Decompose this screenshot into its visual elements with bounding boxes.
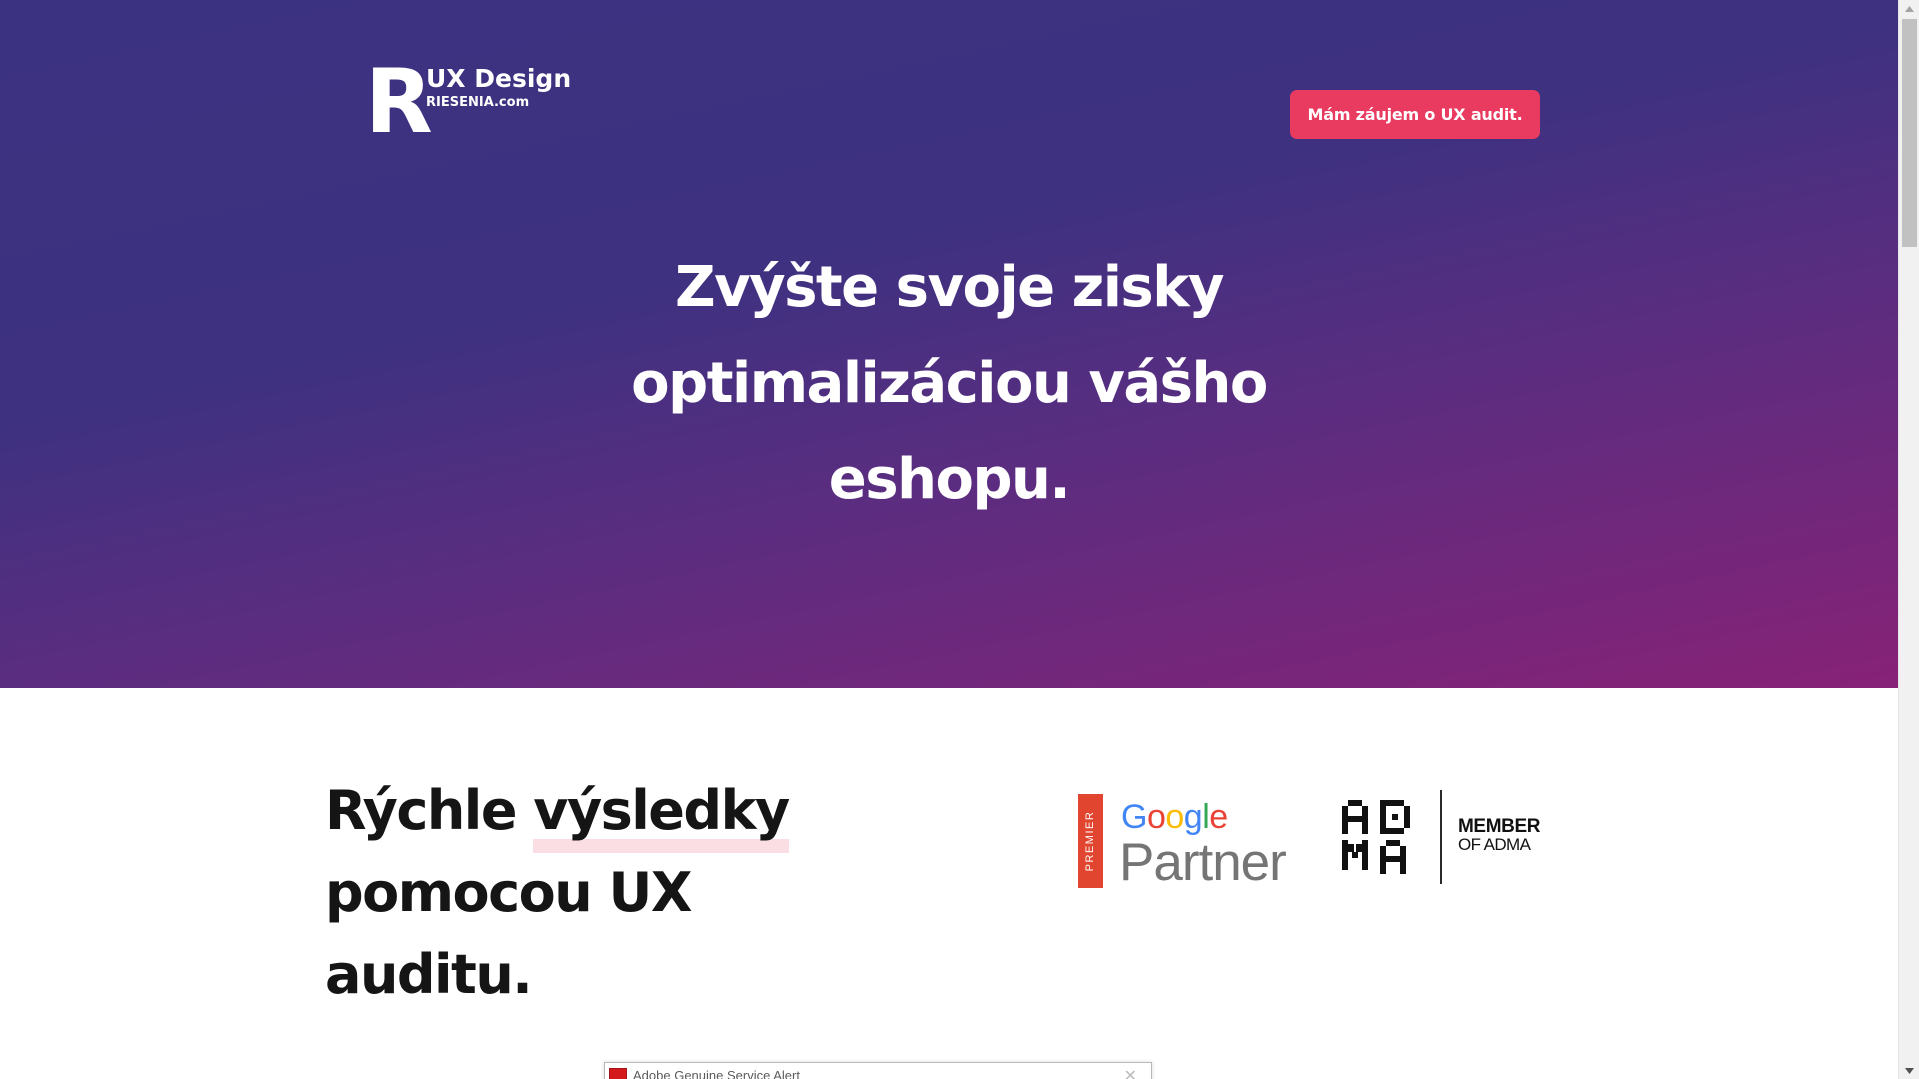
hero-title-line: eshopu.	[828, 447, 1071, 512]
logo-letter: R	[365, 50, 433, 153]
adma-member-badge: MEMBER OF ADMA	[1342, 790, 1550, 886]
adma-divider	[1440, 790, 1442, 884]
premier-stripe: PREMIER	[1078, 794, 1103, 888]
scroll-down-arrow-icon[interactable]	[1899, 1062, 1919, 1079]
section-title-highlight-text: výsledky	[533, 779, 790, 842]
adma-logo-icon	[1342, 800, 1410, 874]
hero-section: R UX Design RIESENIA.com Mám záujem o UX…	[0, 0, 1898, 688]
close-icon[interactable]: ✕	[1124, 1066, 1137, 1079]
hero-title-line: optimalizáciou vášho	[631, 351, 1268, 416]
adma-of-label: OF ADMA	[1458, 835, 1531, 854]
alert-title: Adobe Genuine Service Alert	[633, 1068, 800, 1079]
scrollbar-thumb[interactable]	[1902, 19, 1917, 247]
site-logo[interactable]: R UX Design RIESENIA.com	[365, 58, 571, 146]
scroll-up-arrow-icon[interactable]	[1899, 0, 1919, 17]
section-title-prefix: Rýchle	[325, 779, 534, 842]
ux-audit-cta-button[interactable]: Mám záujem o UX audit.	[1290, 90, 1540, 139]
premier-label: PREMIER	[1084, 810, 1096, 872]
logo-title: UX Design	[426, 64, 572, 93]
partner-label: Partner	[1119, 833, 1287, 892]
hero-title: Zvýšte svoje zisky optimalizáciou vášho …	[549, 240, 1349, 528]
section-title-line2: pomocou UX	[325, 861, 692, 924]
adobe-alert-window[interactable]: Adobe Genuine Service Alert ✕	[604, 1062, 1152, 1079]
page-scrollbar[interactable]	[1898, 0, 1919, 1079]
section-title: Rýchle výsledky pomocou UX auditu.	[325, 770, 885, 1016]
logo-subtitle: RIESENIA.com	[426, 95, 530, 110]
section-title-line3: auditu.	[325, 943, 533, 1006]
page: R UX Design RIESENIA.com Mám záujem o UX…	[0, 0, 1898, 1079]
adobe-icon	[609, 1068, 627, 1079]
google-partner-badge: PREMIER Google Partner	[1078, 794, 1294, 892]
section-title-highlight: výsledky	[533, 770, 790, 853]
hero-title-line: Zvýšte svoje zisky	[674, 255, 1225, 320]
